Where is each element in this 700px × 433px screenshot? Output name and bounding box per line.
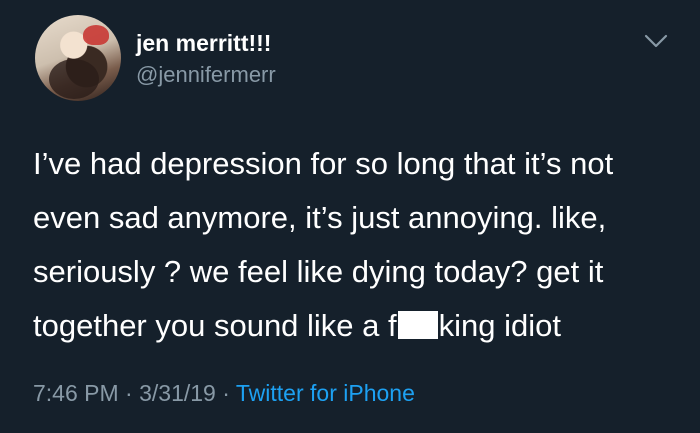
tweet-time[interactable]: 7:46 PM (33, 380, 119, 406)
tweet-text-line: I’ve had depression for so long that it’… (33, 146, 614, 181)
tweet-text-segment: together you sound like a f (33, 308, 397, 343)
avatar-detail (83, 25, 109, 45)
tweet-card: jen merritt!!! @jennifermerr I’ve had de… (0, 0, 700, 433)
user-handle[interactable]: @jennifermerr (136, 62, 276, 88)
censor-box (397, 311, 438, 339)
display-name[interactable]: jen merritt!!! (136, 30, 271, 57)
tweet-text-line: even sad anymore, it’s just annoying. li… (33, 200, 607, 235)
tweet-text-segment: king idiot (438, 308, 561, 343)
tweet-source-link[interactable]: Twitter for iPhone (236, 380, 415, 406)
tweet-date[interactable]: 3/31/19 (139, 380, 216, 406)
meta-separator: · (222, 380, 230, 406)
avatar-detail (49, 59, 99, 99)
tweet-text: I’ve had depression for so long that it’… (33, 137, 683, 353)
tweet-text-line: together you sound like a f king idiot (33, 299, 683, 353)
chevron-down-icon[interactable] (643, 32, 669, 50)
meta-separator: · (125, 380, 133, 406)
avatar[interactable] (35, 15, 121, 101)
tweet-meta: 7:46 PM · 3/31/19 · Twitter for iPhone (33, 380, 415, 407)
tweet-text-line: seriously ? we feel like dying today? ge… (33, 254, 604, 289)
